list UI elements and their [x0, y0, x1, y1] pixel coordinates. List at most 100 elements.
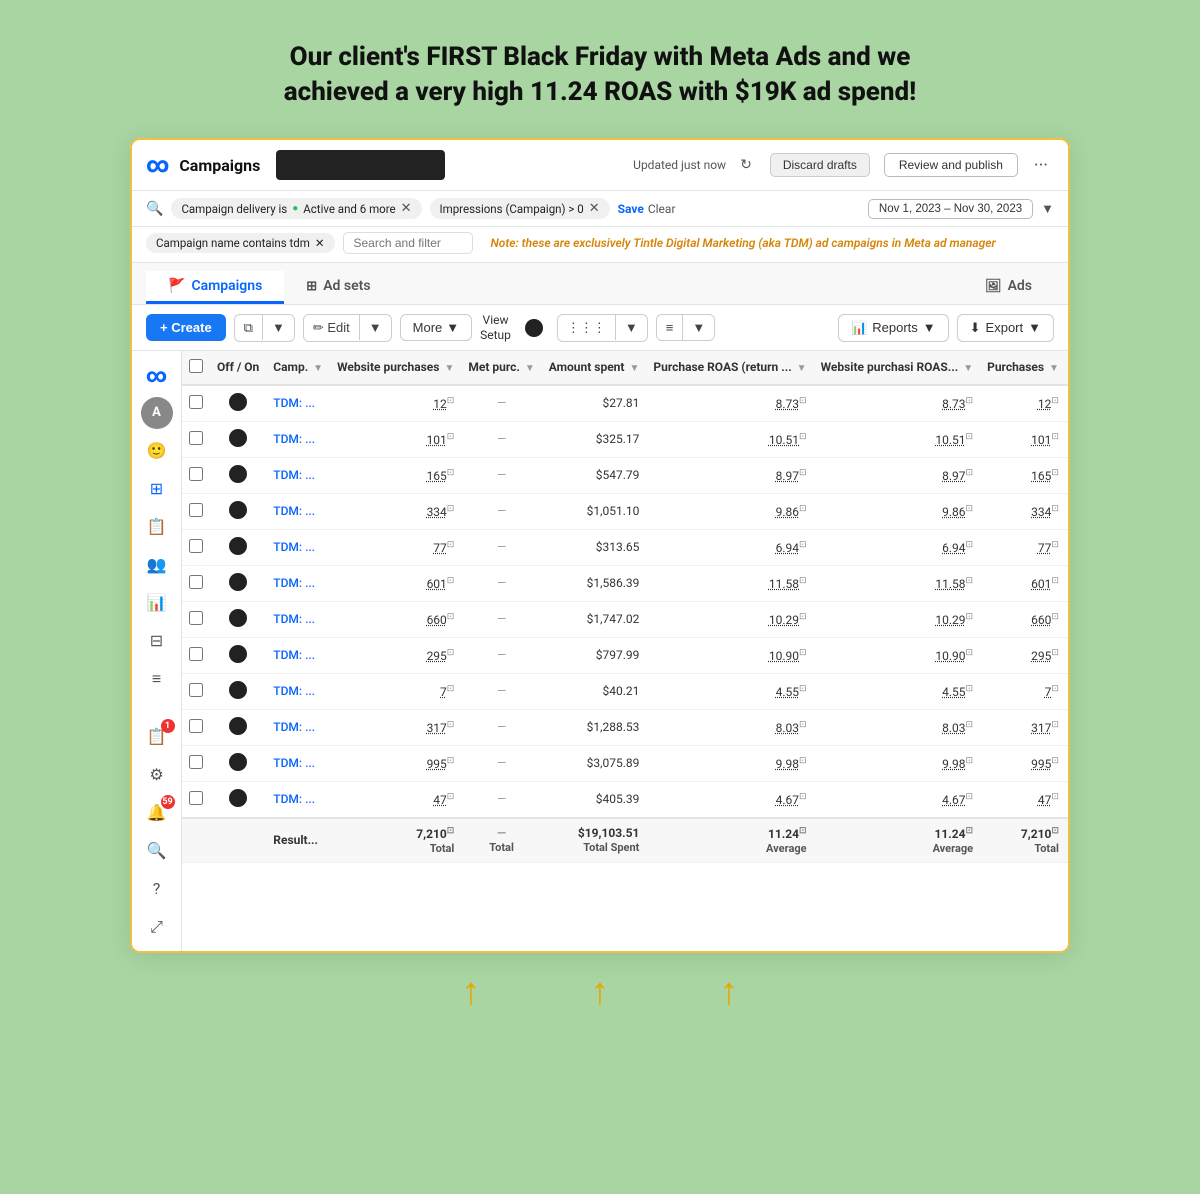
tab-ads[interactable]: 🖼 Ads [963, 271, 1054, 304]
toggle-dot-icon[interactable] [229, 501, 247, 519]
campaign-link[interactable]: TDM: ... [273, 576, 315, 590]
filter-tag-impressions[interactable]: Impressions (Campaign) > 0 ✕ [430, 198, 610, 219]
row-campaign[interactable]: TDM: ... [266, 565, 330, 601]
row-toggle-cell[interactable] [210, 709, 266, 745]
header-purchases[interactable]: Purchases ▼ [980, 351, 1066, 385]
row-checkbox-cell[interactable] [182, 601, 210, 637]
row-checkbox[interactable] [189, 539, 203, 553]
row-campaign[interactable]: TDM: ... [266, 745, 330, 781]
toggle-dot-icon[interactable] [229, 429, 247, 447]
toggle-dot-icon[interactable] [229, 609, 247, 627]
row-toggle-cell[interactable] [210, 673, 266, 709]
filter-impressions-close-icon[interactable]: ✕ [589, 201, 600, 216]
header-checkbox[interactable] [182, 351, 210, 385]
campaign-link[interactable]: TDM: ... [273, 792, 315, 806]
toggle-dot-icon[interactable] [229, 681, 247, 699]
campaign-link[interactable]: TDM: ... [273, 396, 315, 410]
sidebar-grid-icon[interactable]: ⊞ [141, 473, 173, 505]
row-campaign[interactable]: TDM: ... [266, 637, 330, 673]
more-options-button[interactable]: ··· [1028, 153, 1054, 178]
campaign-link[interactable]: TDM: ... [273, 720, 315, 734]
header-amount-spent[interactable]: Amount spent ▼ [542, 351, 647, 385]
toggle-dot-icon[interactable] [229, 537, 247, 555]
reports-button[interactable]: 📊 Reports ▼ [838, 314, 949, 342]
row-campaign[interactable]: TDM: ... [266, 781, 330, 818]
row-campaign[interactable]: TDM: ... [266, 673, 330, 709]
toggle-dot-icon[interactable] [229, 465, 247, 483]
row-checkbox[interactable] [189, 791, 203, 805]
header-campaign[interactable]: Camp. ▼ [266, 351, 330, 385]
row-checkbox-cell[interactable] [182, 493, 210, 529]
row-toggle-cell[interactable] [210, 493, 266, 529]
row-checkbox-cell[interactable] [182, 781, 210, 818]
row-checkbox-cell[interactable] [182, 565, 210, 601]
row-checkbox[interactable] [189, 395, 203, 409]
row-toggle-cell[interactable] [210, 745, 266, 781]
header-purchase-roas[interactable]: Purchase ROAS (return ... ▼ [646, 351, 813, 385]
row-checkbox[interactable] [189, 683, 203, 697]
filter-dropdown-button[interactable]: ▼ [682, 315, 714, 340]
export-button[interactable]: ⬇ Export ▼ [957, 314, 1054, 342]
toggle-dot-icon[interactable] [229, 393, 247, 411]
row-campaign[interactable]: TDM: ... [266, 493, 330, 529]
save-button[interactable]: Save [618, 202, 644, 216]
filter-tag-campaign-name[interactable]: Campaign name contains tdm ✕ [146, 233, 335, 253]
toggle-dot-icon[interactable] [229, 573, 247, 591]
row-campaign[interactable]: TDM: ... [266, 601, 330, 637]
circle-toggle[interactable] [525, 319, 543, 337]
toggle-dot-icon[interactable] [229, 789, 247, 807]
filter-delivery-close-icon[interactable]: ✕ [401, 201, 412, 216]
row-checkbox-cell[interactable] [182, 457, 210, 493]
sidebar-search-icon[interactable]: 🔍 [141, 835, 173, 867]
row-campaign[interactable]: TDM: ... [266, 529, 330, 565]
row-checkbox-cell[interactable] [182, 637, 210, 673]
row-checkbox[interactable] [189, 755, 203, 769]
copy-dropdown-button[interactable]: ▼ [262, 315, 294, 340]
header-met-purch[interactable]: Met purc. ▼ [461, 351, 541, 385]
filter-tag-delivery[interactable]: Campaign delivery is ● Active and 6 more… [171, 198, 421, 219]
row-toggle-cell[interactable] [210, 385, 266, 422]
sidebar-collapse-icon[interactable]: ⤢ [141, 911, 173, 943]
sidebar-avatar[interactable]: A [141, 397, 173, 429]
row-campaign[interactable]: TDM: ... [266, 709, 330, 745]
row-toggle-cell[interactable] [210, 601, 266, 637]
search-filter-input[interactable] [343, 232, 473, 254]
row-checkbox-cell[interactable] [182, 709, 210, 745]
discard-drafts-button[interactable]: Discard drafts [770, 153, 870, 177]
row-toggle-cell[interactable] [210, 637, 266, 673]
sidebar-menu-icon[interactable]: ≡ [141, 663, 173, 695]
select-all-checkbox[interactable] [189, 359, 203, 373]
refresh-icon[interactable]: ↻ [740, 157, 752, 173]
row-checkbox-cell[interactable] [182, 385, 210, 422]
review-publish-button[interactable]: Review and publish [884, 153, 1018, 177]
sidebar-emoji-icon[interactable]: 🙂 [141, 435, 173, 467]
copy-icon-button[interactable]: ⧉ [235, 315, 262, 341]
header-website-purchases[interactable]: Website purchases ▼ [330, 351, 461, 385]
row-checkbox[interactable] [189, 719, 203, 733]
row-campaign[interactable]: TDM: ... [266, 421, 330, 457]
sidebar-help-icon[interactable]: ? [141, 873, 173, 905]
campaign-link[interactable]: TDM: ... [273, 648, 315, 662]
toggle-dot-icon[interactable] [229, 645, 247, 663]
row-checkbox[interactable] [189, 503, 203, 517]
row-toggle-cell[interactable] [210, 457, 266, 493]
filter-button[interactable]: ≡ [657, 315, 683, 340]
sidebar-people-icon[interactable]: 👥 [141, 549, 173, 581]
campaign-link[interactable]: TDM: ... [273, 756, 315, 770]
sidebar-book-icon[interactable]: 📋 [141, 511, 173, 543]
more-button[interactable]: More ▼ [400, 314, 473, 341]
row-checkbox[interactable] [189, 575, 203, 589]
edit-dropdown-button[interactable]: ▼ [359, 315, 391, 340]
campaign-link[interactable]: TDM: ... [273, 504, 315, 518]
row-checkbox-cell[interactable] [182, 673, 210, 709]
row-toggle-cell[interactable] [210, 529, 266, 565]
sidebar-chart-icon[interactable]: 📊 [141, 587, 173, 619]
columns-button[interactable]: ⋮⋮⋮ [558, 315, 615, 341]
row-campaign[interactable]: TDM: ... [266, 457, 330, 493]
row-checkbox-cell[interactable] [182, 421, 210, 457]
toggle-dot-icon[interactable] [229, 717, 247, 735]
campaign-link[interactable]: TDM: ... [273, 468, 315, 482]
tab-campaigns[interactable]: 🚩 Campaigns [146, 271, 284, 304]
row-checkbox-cell[interactable] [182, 745, 210, 781]
search-bar-input[interactable] [276, 150, 444, 180]
